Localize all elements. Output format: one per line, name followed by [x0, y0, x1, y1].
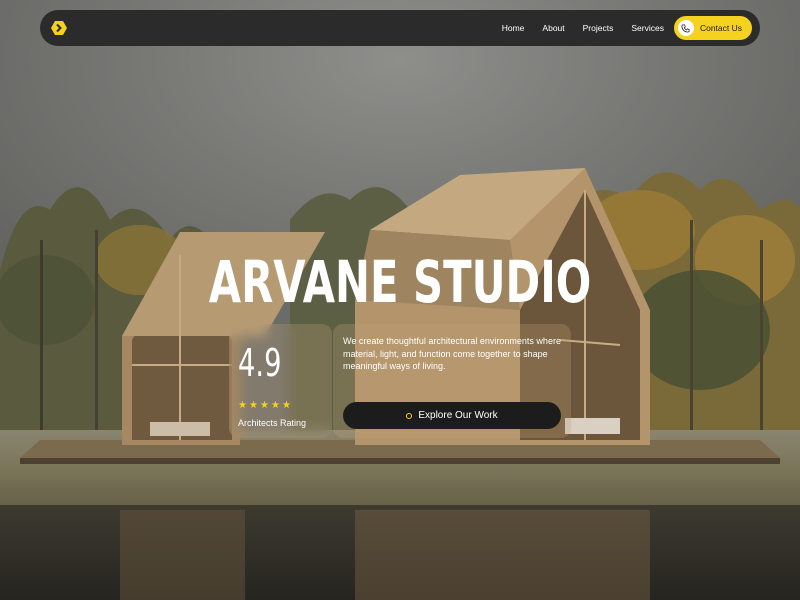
rating-card: 4.9 ★ ★ ★ ★ ★ Architects Rating: [229, 324, 332, 438]
hero-title: ARVANE STUDIO: [208, 248, 592, 316]
star-icon: ★: [238, 400, 247, 411]
nav-link-about[interactable]: About: [542, 23, 564, 33]
phone-icon: [677, 20, 694, 36]
explore-our-work-label: Explore Our Work: [418, 410, 498, 421]
nav-link-services[interactable]: Services: [631, 23, 664, 33]
hexagon-chevron-logo-icon[interactable]: [50, 19, 68, 37]
star-icon: ★: [282, 400, 291, 411]
rating-stars: ★ ★ ★ ★ ★: [238, 401, 292, 411]
rating-value: 4.9: [238, 341, 282, 385]
contact-us-button[interactable]: Contact Us: [673, 16, 752, 40]
star-icon: ★: [260, 400, 269, 411]
studio-description: We create thoughtful architectural envir…: [343, 336, 561, 371]
contact-us-label: Contact Us: [699, 23, 742, 33]
explore-our-work-button[interactable]: Explore Our Work: [343, 402, 561, 429]
nav-link-projects[interactable]: Projects: [583, 23, 614, 33]
star-icon: ★: [249, 400, 258, 411]
nav-links: Home About Projects Services: [502, 23, 664, 33]
info-card: We create thoughtful architectural envir…: [333, 324, 571, 438]
nav-link-home[interactable]: Home: [502, 23, 525, 33]
star-icon: ★: [271, 400, 280, 411]
rating-label: Architects Rating: [238, 418, 307, 428]
circle-dot-icon: [406, 412, 413, 419]
top-navbar: Home About Projects Services Contact Us: [40, 10, 760, 46]
